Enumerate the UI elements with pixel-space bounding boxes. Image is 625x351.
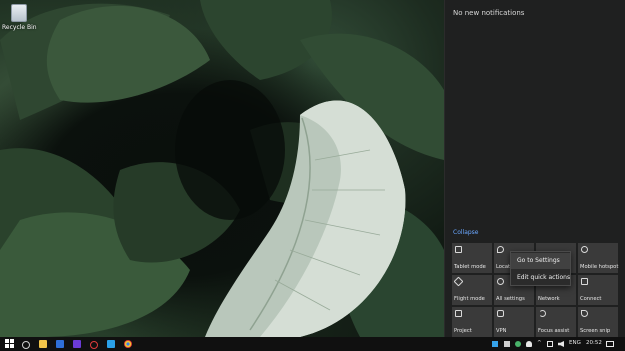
tray-green-icon[interactable]	[515, 341, 521, 347]
leaf-wallpaper-art	[0, 0, 444, 337]
location-icon	[497, 246, 504, 253]
tile-label: Tablet mode	[454, 264, 486, 270]
hotspot-icon	[581, 246, 588, 253]
tile-tablet-mode[interactable]: Tablet mode	[452, 243, 492, 273]
app-red-icon[interactable]	[90, 341, 98, 349]
taskbar: ^ ENG 20:52	[0, 337, 625, 351]
snip-icon	[581, 310, 588, 317]
windows-logo-icon	[5, 339, 9, 343]
tile-focus-assist[interactable]: Focus assist	[536, 307, 576, 337]
windows-logo-pane	[10, 339, 14, 343]
tile-project[interactable]: Project	[452, 307, 492, 337]
tile-label: Focus assist	[538, 328, 570, 334]
tile-label: All settings	[496, 296, 525, 302]
windows-logo-pane	[10, 344, 14, 348]
gear-icon	[497, 278, 504, 285]
tile-label: Connect	[580, 296, 602, 302]
tile-label: Mobile hotspot	[580, 264, 619, 270]
moon-icon	[539, 310, 546, 317]
chrome-icon[interactable]	[124, 340, 132, 348]
tile-label: VPN	[496, 328, 507, 334]
clock-time[interactable]: 20:52	[586, 340, 602, 346]
tile-flight-mode[interactable]: Flight mode	[452, 275, 492, 305]
menu-item-go-to-settings[interactable]: Go to Settings	[511, 253, 570, 269]
tray-app-icon[interactable]	[492, 341, 498, 347]
quick-action-context-menu: Go to Settings Edit quick actions	[510, 251, 571, 286]
project-icon	[455, 310, 462, 317]
file-explorer-icon[interactable]	[39, 340, 47, 348]
action-center-panel: No new notifications Collapse Tablet mod…	[444, 0, 625, 337]
tile-label: Project	[454, 328, 472, 334]
start-button[interactable]	[5, 339, 14, 348]
tablet-icon	[455, 246, 462, 253]
tray-phone-icon[interactable]	[504, 341, 510, 347]
desktop-icon-recycle-bin[interactable]: Recycle Bin	[2, 4, 37, 31]
tile-connect[interactable]: Connect	[578, 275, 618, 305]
tile-mobile-hotspot[interactable]: Mobile hotspot	[578, 243, 618, 273]
no-notifications-text: No new notifications	[453, 9, 525, 17]
menu-item-edit-quick-actions[interactable]: Edit quick actions	[511, 270, 570, 286]
tile-label: Screen snip	[580, 328, 611, 334]
connect-icon	[581, 278, 588, 285]
volume-icon[interactable]	[558, 341, 564, 347]
tile-label: Flight mode	[454, 296, 485, 302]
airplane-icon	[453, 276, 464, 287]
chevron-up-icon[interactable]: ^	[537, 340, 542, 346]
word-icon[interactable]	[56, 340, 64, 348]
collapse-link[interactable]: Collapse	[453, 229, 479, 236]
windows-logo-pane	[5, 344, 9, 348]
tile-vpn[interactable]: VPN	[494, 307, 534, 337]
desktop-wallpaper: Recycle Bin	[0, 0, 444, 337]
onedrive-icon[interactable]	[526, 341, 532, 347]
notification-center-icon[interactable]	[606, 341, 614, 347]
tile-screen-snip[interactable]: Screen snip	[578, 307, 618, 337]
tile-label: Network	[538, 296, 560, 302]
network-tray-icon[interactable]	[547, 341, 553, 347]
app-blue-icon[interactable]	[107, 340, 115, 348]
app-purple-icon[interactable]	[73, 340, 81, 348]
vpn-icon	[497, 310, 504, 317]
recycle-bin-icon	[11, 4, 27, 22]
task-view-icon[interactable]	[22, 341, 30, 349]
recycle-bin-label: Recycle Bin	[2, 24, 37, 31]
language-indicator[interactable]: ENG	[569, 340, 581, 346]
